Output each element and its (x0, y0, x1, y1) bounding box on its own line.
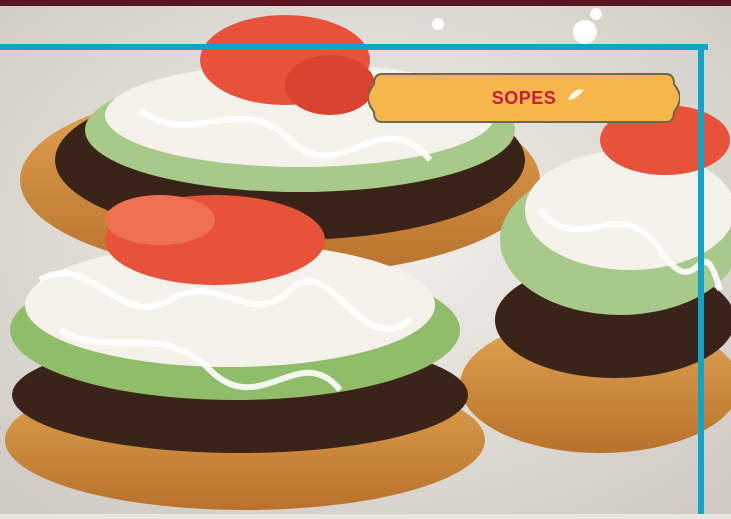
frame-border-top (0, 44, 708, 50)
frame-border-right (698, 44, 704, 514)
top-bar (0, 0, 731, 6)
sopes-banner: SOPES (368, 72, 680, 124)
leaf-icon (568, 89, 584, 100)
banner-title: SOPES (491, 87, 557, 108)
